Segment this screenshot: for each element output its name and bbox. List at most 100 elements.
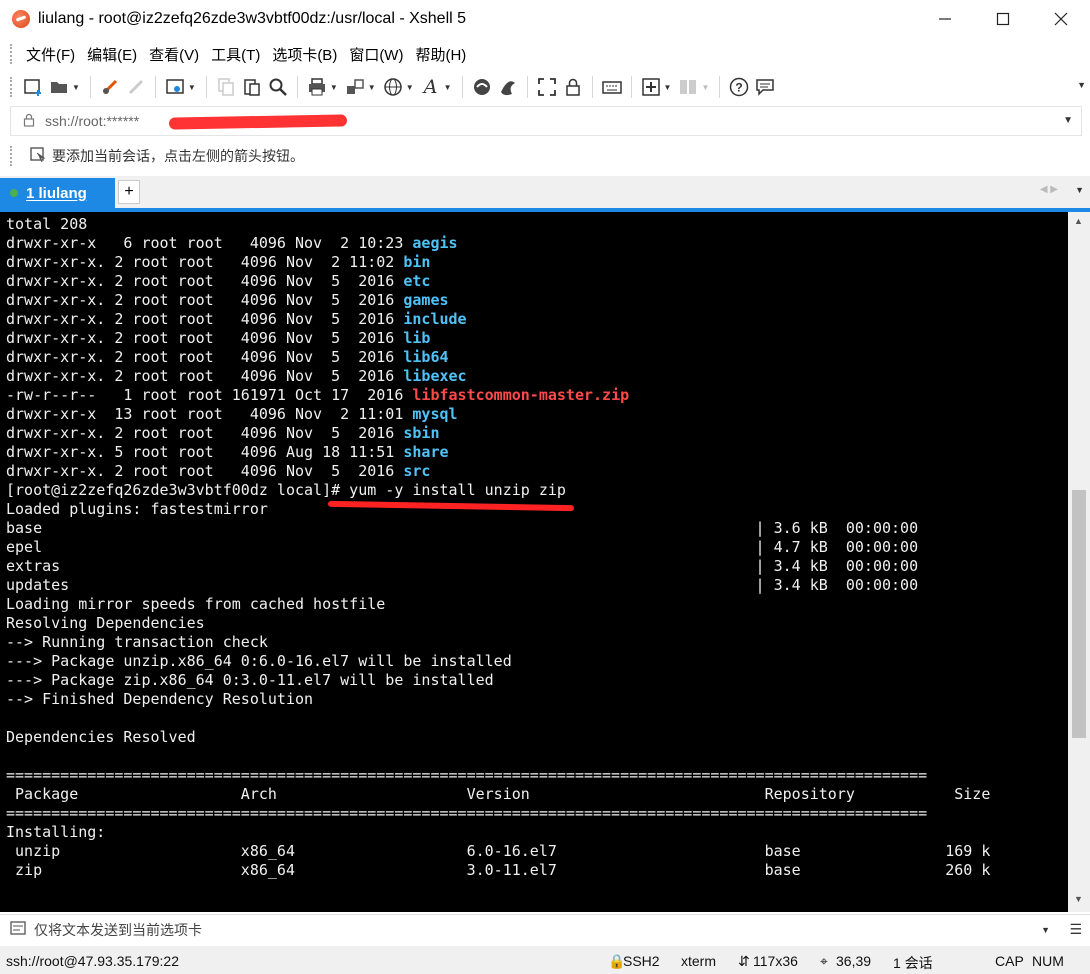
toolbar-separator [154, 76, 156, 98]
add-tab-dropdown-icon[interactable]: ▼ [664, 83, 672, 92]
terminal-line: drwxr-xr-x. 2 root root 4096 Nov 5 2016 … [6, 291, 990, 310]
terminal-line: -rw-r--r-- 1 root root 161971 Oct 17 201… [6, 386, 990, 405]
layout-dropdown-icon: ▼ [701, 82, 710, 92]
status-size-icon: ⇵ [738, 953, 750, 969]
chat-icon[interactable] [754, 76, 776, 98]
address-bar[interactable]: ssh://root:****** ▼ [10, 106, 1082, 136]
globe-dropdown-icon[interactable]: ▼ [406, 83, 414, 92]
open-folder-icon[interactable] [48, 76, 70, 98]
terminal-text: Loading mirror speeds from cached hostfi… [6, 595, 386, 613]
directory-name: include [403, 310, 467, 328]
menu-help[interactable]: 帮助(H) [409, 44, 472, 65]
arrow-hint-icon[interactable] [30, 146, 46, 167]
properties-icon[interactable] [164, 76, 186, 98]
minimize-button[interactable] [916, 0, 974, 38]
lock-icon[interactable] [562, 76, 584, 98]
terminal-text: extras | 3.4 kB 00:00:00 [6, 557, 919, 575]
tab-scroll-icons[interactable]: ◀ ▶ [1040, 184, 1058, 195]
terminal-line: ---> Package zip.x86_64 0:3.0-11.el7 wil… [6, 671, 990, 690]
status-num: NUM [1032, 953, 1064, 969]
add-tab-icon[interactable] [640, 76, 662, 98]
terminal-text: --> Finished Dependency Resolution [6, 690, 314, 708]
menu-view[interactable]: 查看(V) [143, 44, 205, 65]
terminal-line: Resolving Dependencies [6, 614, 990, 633]
compose-bar[interactable]: 仅将文本发送到当前选项卡 ▼ ☰ [0, 914, 1090, 944]
scroll-up-icon[interactable]: ▲ [1074, 216, 1083, 226]
scroll-thumb[interactable] [1072, 490, 1086, 738]
terminal-text: drwxr-xr-x. 2 root root 4096 Nov 5 2016 [6, 462, 404, 480]
terminal-text: drwxr-xr-x. 2 root root 4096 Nov 5 2016 [6, 310, 404, 328]
help-icon[interactable]: ? [728, 76, 750, 98]
terminal-scrollbar[interactable]: ▲ ▼ [1068, 212, 1090, 912]
font-dropdown-icon[interactable]: ▼ [444, 83, 452, 92]
terminal-line: --> Running transaction check [6, 633, 990, 652]
menu-tools[interactable]: 工具(T) [205, 44, 266, 65]
find-icon[interactable] [267, 76, 289, 98]
toolbar-overflow-icon[interactable]: ▼ [1077, 80, 1086, 90]
menu-edit[interactable]: 编辑(E) [81, 44, 143, 65]
print-icon[interactable] [306, 76, 328, 98]
directory-name: lib [403, 329, 431, 347]
menu-window[interactable]: 窗口(W) [343, 44, 409, 65]
terminal[interactable]: total 208 drwxr-xr-x 6 root root 4096 Nov… [0, 212, 1068, 912]
add-tab-button[interactable]: + [118, 180, 140, 204]
transfer-icon[interactable] [344, 76, 366, 98]
new-session-icon[interactable] [22, 76, 44, 98]
address-dropdown-icon[interactable]: ▼ [1063, 115, 1073, 126]
directory-name: lib64 [403, 348, 449, 366]
font-icon[interactable]: A [420, 76, 442, 98]
paste-icon[interactable] [241, 76, 263, 98]
xshell-logo-icon [12, 10, 30, 28]
terminal-text: drwxr-xr-x 6 root root 4096 Nov 2 10:23 [6, 234, 413, 252]
toolbar-separator [719, 76, 721, 98]
connected-status-icon [10, 189, 18, 197]
scroll-down-icon[interactable]: ▼ [1074, 894, 1083, 904]
directory-name: etc [403, 272, 431, 290]
window-title: liulang - root@iz2zefq26zde3w3vbtf00dz:/… [38, 10, 467, 27]
menu-tab[interactable]: 选项卡(B) [266, 44, 343, 65]
terminal-line: drwxr-xr-x. 5 root root 4096 Aug 18 11:5… [6, 443, 990, 462]
terminal-text: ========================================… [6, 766, 928, 784]
close-icon [1054, 12, 1068, 26]
maximize-button[interactable] [974, 0, 1032, 38]
terminal-line: drwxr-xr-x. 2 root root 4096 Nov 5 2016 … [6, 310, 990, 329]
close-button[interactable] [1032, 0, 1090, 38]
globe-icon[interactable] [382, 76, 404, 98]
print-dropdown-icon[interactable]: ▼ [330, 83, 338, 92]
compose-menu-icon[interactable]: ☰ [1069, 921, 1082, 938]
compose-input[interactable]: 仅将文本发送到当前选项卡 [34, 920, 202, 940]
terminal-line: Installing: [6, 823, 990, 842]
xmanager-icon[interactable] [497, 76, 519, 98]
menu-grip [10, 44, 14, 64]
tab-liulang[interactable]: 1 liulang [0, 178, 115, 208]
tab-menu-icon[interactable]: ▼ [1075, 185, 1084, 195]
status-bar: ssh://root@47.93.35.179:22 🔒 SSH2 xterm … [0, 946, 1090, 974]
terminal-text: drwxr-xr-x. 2 root root 4096 Nov 5 2016 [6, 291, 404, 309]
xftp-icon[interactable] [471, 76, 493, 98]
terminal-line: drwxr-xr-x 13 root root 4096 Nov 2 11:01… [6, 405, 990, 424]
tab-bar: 1 liulang + ◀ ▶ ▼ [0, 176, 1090, 208]
keyboard-icon[interactable] [601, 76, 623, 98]
toolbar-separator [296, 76, 298, 98]
transfer-dropdown-icon[interactable]: ▼ [368, 83, 376, 92]
terminal-text: epel | 4.7 kB 00:00:00 [6, 538, 919, 556]
terminal-text: Installing: [6, 823, 106, 841]
compose-dropdown-icon[interactable]: ▼ [1041, 925, 1050, 935]
toolbar: ▼ ▼ ▼ ▼ ▼ A ▼ ▼ ▼ ? ▼ [0, 70, 1090, 104]
open-dropdown-icon[interactable]: ▼ [72, 83, 80, 92]
terminal-text: drwxr-xr-x. 2 root root 4096 Nov 2 11:02 [6, 253, 404, 271]
terminal-text: Loaded plugins: fastestmirror [6, 500, 268, 518]
terminal-text: [root@iz2zefq26zde3w3vbtf00dz local]# yu… [6, 481, 566, 499]
toolbar-separator [630, 76, 632, 98]
fullscreen-icon[interactable] [536, 76, 558, 98]
archive-name: libfastcommon-master.zip [412, 386, 630, 404]
toolbar-separator [461, 76, 463, 98]
menu-file[interactable]: 文件(F) [20, 44, 81, 65]
toolbar-separator [526, 76, 528, 98]
terminal-line: ========================================… [6, 766, 990, 785]
terminal-text: zip x86_64 3.0-11.el7 base 260 k [6, 861, 991, 879]
disconnect-icon[interactable] [99, 76, 121, 98]
toolbar-separator [89, 76, 91, 98]
properties-dropdown-icon[interactable]: ▼ [188, 83, 196, 92]
